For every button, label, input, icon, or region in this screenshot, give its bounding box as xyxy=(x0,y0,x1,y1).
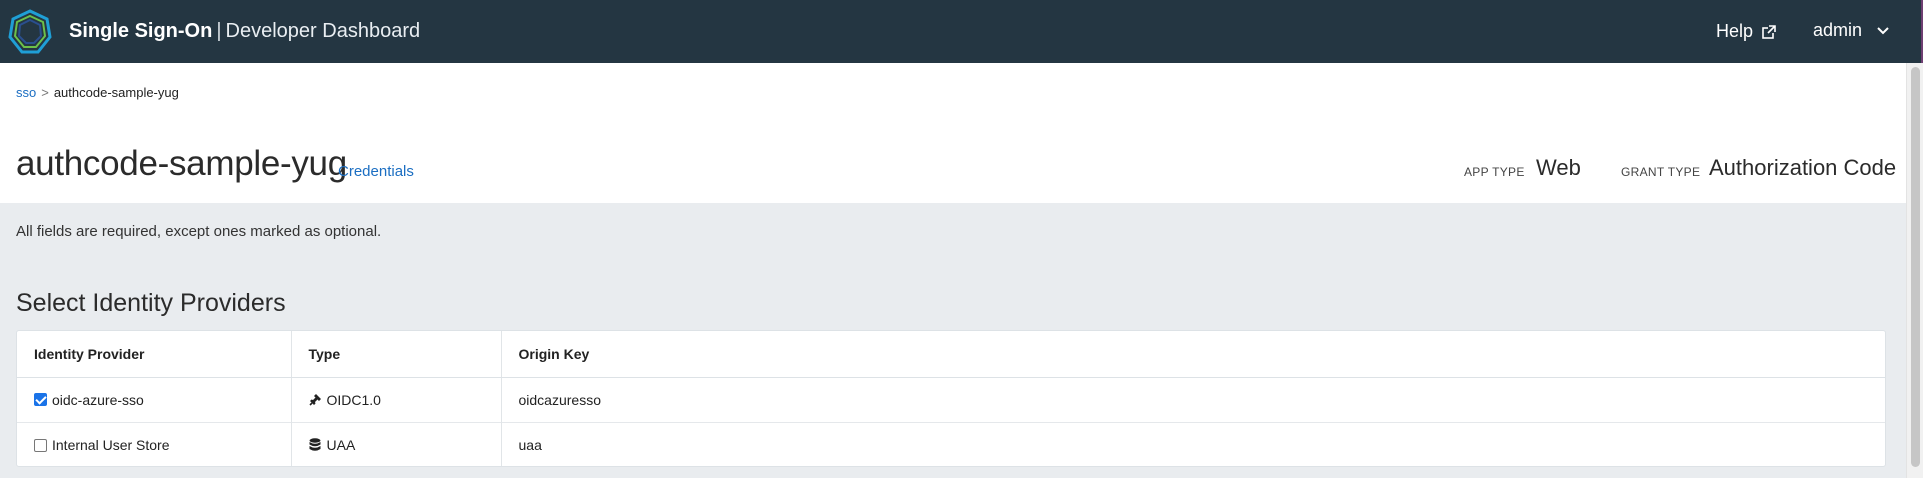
chevron-down-icon xyxy=(1877,26,1889,34)
column-header-identity-provider: Identity Provider xyxy=(17,331,291,378)
column-header-origin-key: Origin Key xyxy=(500,331,1885,378)
database-icon xyxy=(309,438,320,451)
provider-checkbox[interactable] xyxy=(34,438,47,452)
table-row: oidc-azure-sso OIDC1.0 oidcazuresso xyxy=(17,376,1885,422)
provider-cell: Internal User Store xyxy=(17,421,291,466)
plug-icon xyxy=(308,393,321,406)
breadcrumb: sso > authcode-sample-yug xyxy=(16,85,179,100)
provider-type: UAA xyxy=(326,436,356,453)
vertical-scrollbar[interactable] xyxy=(1906,63,1923,478)
provider-checkbox[interactable] xyxy=(34,393,47,407)
breadcrumb-root-link[interactable]: sso xyxy=(16,85,36,100)
table-row: Internal User Store UAA uaa xyxy=(17,421,1885,466)
page-title: authcode-sample-yug xyxy=(16,144,347,183)
origin-key-cell: uaa xyxy=(500,421,1885,466)
origin-key-cell: oidcazuresso xyxy=(500,376,1885,422)
brand-primary: Single Sign-On xyxy=(69,20,213,42)
table-header-row: Identity Provider Type Origin Key xyxy=(17,331,1885,378)
type-cell: UAA xyxy=(290,421,501,466)
grant-type-label: GRANT TYPE xyxy=(1621,165,1701,179)
brand-separator: | xyxy=(216,20,222,42)
app-type-value: Web xyxy=(1536,155,1581,180)
help-label: Help xyxy=(1716,21,1754,41)
provider-cell: oidc-azure-sso xyxy=(17,376,291,422)
top-navbar: Single Sign-On | Developer Dashboard Help … xyxy=(0,0,1923,63)
user-label: admin xyxy=(1813,20,1863,40)
credentials-link[interactable]: Credentials xyxy=(338,163,414,180)
breadcrumb-separator: > xyxy=(41,85,49,100)
type-cell: OIDC1.0 xyxy=(290,376,501,422)
provider-name: Internal User Store xyxy=(52,436,170,453)
identity-providers-table: Identity Provider Type Origin Key oidc-a… xyxy=(16,330,1886,467)
app-type-label: APP TYPE xyxy=(1464,165,1525,179)
breadcrumb-current: authcode-sample-yug xyxy=(53,85,179,100)
app-brand: Single Sign-On | Developer Dashboard xyxy=(69,20,420,43)
app-logo-icon[interactable] xyxy=(8,9,52,55)
external-link-icon xyxy=(1762,24,1777,39)
help-link[interactable]: Help xyxy=(1716,21,1777,42)
provider-type: OIDC1.0 xyxy=(326,391,381,408)
brand-secondary: Developer Dashboard xyxy=(225,20,421,42)
column-header-type: Type xyxy=(290,331,501,378)
user-menu[interactable]: admin xyxy=(1813,20,1889,41)
section-title: Select Identity Providers xyxy=(16,289,286,317)
form-hint: All fields are required, except ones mar… xyxy=(16,223,382,240)
scrollbar-thumb[interactable] xyxy=(1911,67,1920,467)
grant-type-value: Authorization Code xyxy=(1709,155,1897,180)
provider-name: oidc-azure-sso xyxy=(52,391,144,408)
